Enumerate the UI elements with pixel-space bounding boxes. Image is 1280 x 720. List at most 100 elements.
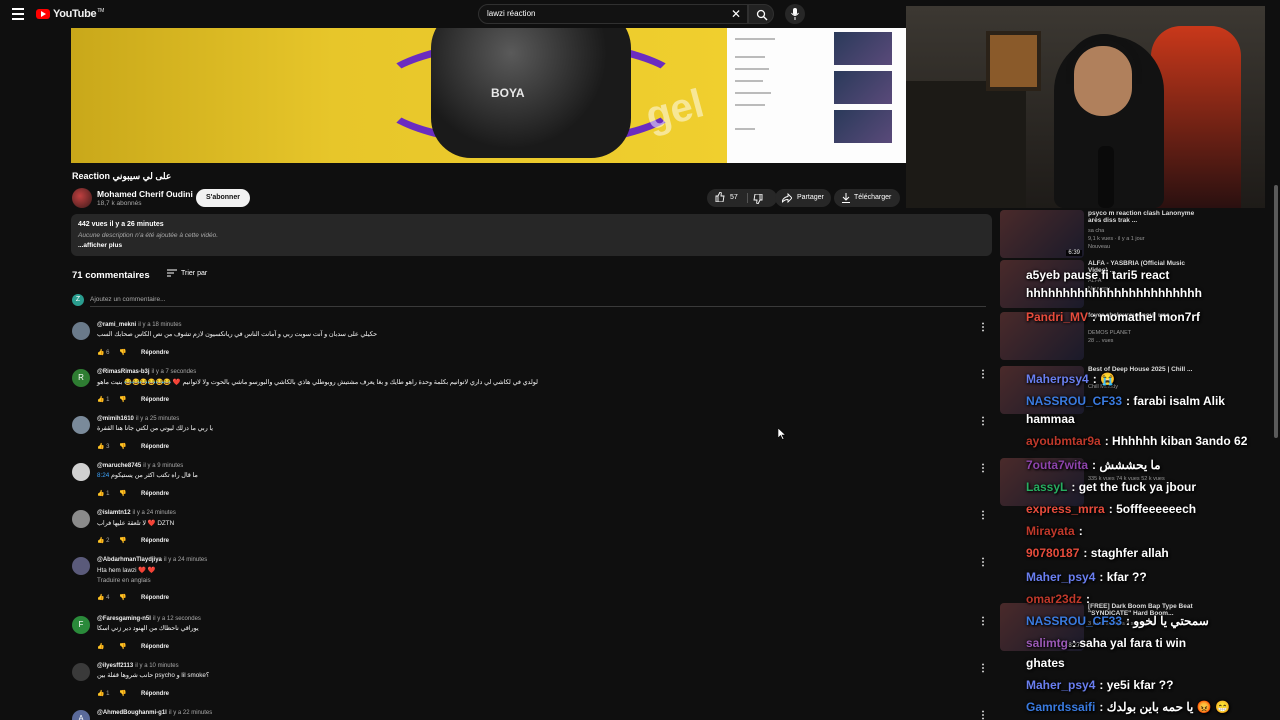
sort-comments-button[interactable]: Trier par: [167, 269, 207, 277]
comment-menu-icon[interactable]: ⋮: [978, 664, 988, 674]
dislike-button[interactable]: [753, 189, 763, 207]
comment-like-button[interactable]: 👍 1: [97, 490, 119, 497]
chat-username[interactable]: Maher_psy4: [1026, 570, 1095, 584]
comment-time[interactable]: il y a 18 minutes: [138, 322, 181, 328]
chat-username[interactable]: ayoubmtar9a: [1026, 434, 1101, 448]
comment-author[interactable]: @RimasRimas-b3j: [97, 369, 150, 375]
comment-menu-icon[interactable]: ⋮: [978, 558, 988, 568]
timestamp-link[interactable]: 8:24: [97, 472, 109, 479]
comment-dislike-button[interactable]: 👎: [119, 690, 141, 697]
chat-username[interactable]: Pandri_MV: [1026, 310, 1088, 324]
chat-username[interactable]: NASSROU_CF33: [1026, 394, 1122, 408]
comment-time[interactable]: il y a 24 minutes: [164, 557, 207, 563]
chat-username[interactable]: Mirayata: [1026, 524, 1075, 538]
download-button[interactable]: Télécharger: [834, 189, 900, 207]
video-player[interactable]: BOYA gel: [71, 28, 906, 163]
translate-link[interactable]: Traduire en anglais: [97, 577, 151, 584]
chat-username[interactable]: salimtg: [1026, 636, 1068, 650]
chat-username[interactable]: 90780187: [1026, 546, 1079, 560]
comment-like-button[interactable]: 👍: [97, 643, 119, 650]
comment-time[interactable]: il y a 9 minutes: [143, 463, 183, 469]
reply-button[interactable]: Répondre: [141, 595, 169, 601]
reply-button[interactable]: Répondre: [141, 350, 169, 356]
reply-button[interactable]: Répondre: [141, 397, 169, 403]
comment-like-button[interactable]: 👍 1: [97, 690, 119, 697]
comment-menu-icon[interactable]: ⋮: [978, 417, 988, 427]
menu-icon[interactable]: [12, 8, 24, 20]
search-button[interactable]: [748, 4, 774, 24]
commenter-avatar[interactable]: [72, 322, 90, 340]
reply-button[interactable]: Répondre: [141, 491, 169, 497]
chat-username[interactable]: NASSROU_CF33: [1026, 614, 1122, 628]
comment-menu-icon[interactable]: ⋮: [978, 511, 988, 521]
comment-author[interactable]: @AbdarhmanTlaydjiya: [97, 557, 162, 563]
search-input[interactable]: lawzi réaction ✕: [478, 4, 748, 24]
share-button[interactable]: Partager: [775, 189, 831, 207]
subscribe-button[interactable]: S'abonner: [196, 189, 250, 207]
comment-menu-icon[interactable]: ⋮: [978, 464, 988, 474]
comment-author[interactable]: @islamtn12: [97, 510, 131, 516]
share-label: Partager: [797, 194, 824, 201]
comment-author[interactable]: @AhmedBoughanmi-g1l: [97, 710, 167, 716]
reply-button[interactable]: Répondre: [141, 538, 169, 544]
comment-dislike-button[interactable]: 👎: [119, 490, 141, 497]
chat-username[interactable]: LassyL: [1026, 480, 1067, 494]
chat-username[interactable]: 7outa7wita: [1026, 458, 1088, 472]
comment-menu-icon[interactable]: ⋮: [978, 617, 988, 627]
comment-menu-icon[interactable]: ⋮: [978, 323, 988, 333]
chat-username[interactable]: omar23dz: [1026, 592, 1082, 606]
commenter-avatar[interactable]: F: [72, 616, 90, 634]
comment-dislike-button[interactable]: 👎: [119, 396, 141, 403]
comment-author[interactable]: @ilyesff2113: [97, 663, 133, 669]
comment-time[interactable]: il y a 24 minutes: [133, 510, 176, 516]
comment-author[interactable]: @mimih1610: [97, 416, 134, 422]
comment-dislike-button[interactable]: 👎: [119, 594, 141, 601]
reply-button[interactable]: Répondre: [141, 444, 169, 450]
chat-username[interactable]: Gamrdssaifi: [1026, 700, 1095, 714]
reply-button[interactable]: Répondre: [141, 644, 169, 650]
comment-dislike-button[interactable]: 👎: [119, 349, 141, 356]
commenter-avatar[interactable]: R: [72, 369, 90, 387]
show-more-link[interactable]: ...afficher plus: [78, 242, 122, 249]
add-comment-input[interactable]: Ajoutez un commentaire...: [90, 296, 166, 303]
comment-time[interactable]: il y a 22 minutes: [169, 710, 212, 716]
commenter-avatar[interactable]: [72, 416, 90, 434]
comment-time[interactable]: il y a 25 minutes: [136, 416, 179, 422]
chat-text: hammaa: [1026, 412, 1075, 426]
comment-author[interactable]: @maruche8745: [97, 463, 141, 469]
comment-author[interactable]: @rami_mekni: [97, 322, 136, 328]
clear-icon[interactable]: ✕: [731, 7, 741, 21]
comment-like-button[interactable]: 👍 3: [97, 443, 119, 450]
chat-message: Maher_psy4: ye5i kfar ??: [1026, 678, 1173, 692]
comment-time[interactable]: il y a 12 secondes: [153, 616, 201, 622]
commenter-avatar[interactable]: [72, 663, 90, 681]
comment-like-button[interactable]: 👍 1: [97, 396, 119, 403]
comment-like-button[interactable]: 👍 2: [97, 537, 119, 544]
comment-author[interactable]: @Faresgaming-n5l: [97, 616, 151, 622]
commenter-avatar[interactable]: [72, 557, 90, 575]
comment-dislike-button[interactable]: 👎: [119, 537, 141, 544]
comment-like-button[interactable]: 👍 4: [97, 594, 119, 601]
like-button[interactable]: 57: [715, 189, 738, 207]
commenter-avatar[interactable]: A: [72, 710, 90, 720]
page-scrollbar[interactable]: [1274, 185, 1278, 438]
chat-message: Mirayata:: [1026, 524, 1083, 538]
youtube-logo[interactable]: YouTubeTM: [36, 8, 104, 20]
chat-username[interactable]: Maher_psy4: [1026, 678, 1095, 692]
chat-username[interactable]: Maherpsy4: [1026, 372, 1089, 386]
comment-time[interactable]: il y a 10 minutes: [135, 663, 178, 669]
comment-menu-icon[interactable]: ⋮: [978, 370, 988, 380]
voice-search-button[interactable]: [785, 4, 805, 24]
comment-time[interactable]: il y a 7 secondes: [152, 369, 197, 375]
commenter-avatar[interactable]: [72, 463, 90, 481]
channel-name[interactable]: Mohamed Cherif Oudini: [97, 189, 193, 199]
description-box[interactable]: 442 vues il y a 26 minutes Aucune descri…: [71, 214, 992, 256]
comment-dislike-button[interactable]: 👎: [119, 443, 141, 450]
comment-dislike-button[interactable]: 👎: [119, 643, 141, 650]
commenter-avatar[interactable]: [72, 510, 90, 528]
comment-like-button[interactable]: 👍 6: [97, 349, 119, 356]
channel-avatar[interactable]: [72, 188, 92, 208]
reply-button[interactable]: Répondre: [141, 691, 169, 697]
chat-username[interactable]: express_mrra: [1026, 502, 1105, 516]
comment-menu-icon[interactable]: ⋮: [978, 711, 988, 720]
